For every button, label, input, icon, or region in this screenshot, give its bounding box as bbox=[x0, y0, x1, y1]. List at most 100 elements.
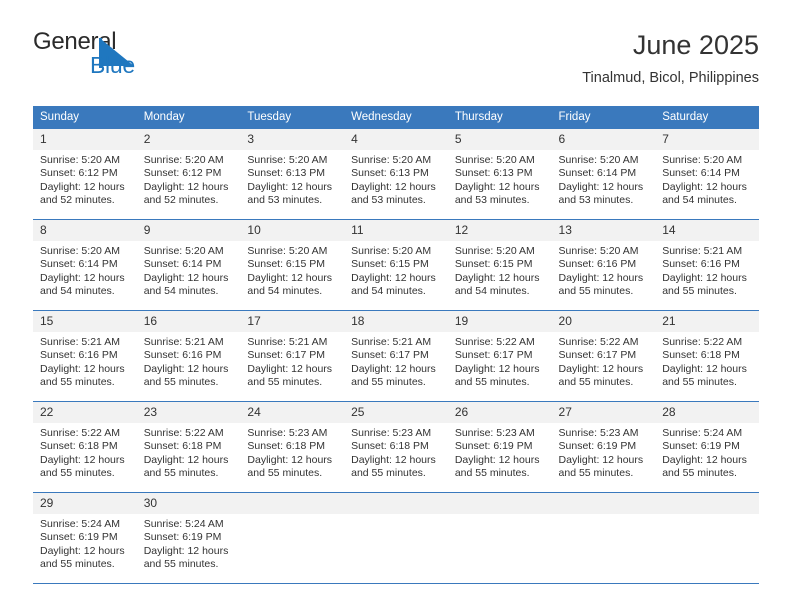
day-number: 22 bbox=[33, 402, 137, 423]
calendar-day-cell[interactable]: 3 Sunrise: 5:20 AM Sunset: 6:13 PM Daylight… bbox=[240, 128, 345, 220]
daylight-text-line1: Daylight: 12 hours bbox=[558, 180, 644, 193]
day-number: 19 bbox=[447, 311, 552, 332]
brand-logo[interactable]: General Blue bbox=[33, 28, 213, 86]
page-header: General Blue June 2025 Tinalmud, Bicol, … bbox=[33, 28, 759, 98]
calendar-day-cell[interactable]: 14 Sunrise: 5:21 AM Sunset: 6:16 PM Dayligh… bbox=[655, 219, 759, 311]
sunset-text: Sunset: 6:18 PM bbox=[351, 440, 429, 453]
sunset-text: Sunset: 6:16 PM bbox=[558, 258, 637, 271]
calendar-day-cell[interactable]: 17 Sunrise: 5:21 AM Sunset: 6:17 PM Dayligh… bbox=[240, 310, 345, 402]
calendar-day-cell-empty bbox=[344, 492, 448, 584]
daylight-text-line1: Daylight: 12 hours bbox=[143, 453, 229, 466]
calendar-day-cell[interactable]: 1 Sunrise: 5:20 AM Sunset: 6:12 PM Daylight… bbox=[33, 128, 137, 220]
sunrise-text: Sunrise: 5:21 AM bbox=[247, 336, 328, 348]
daylight-text-line1: Daylight: 12 hours bbox=[40, 362, 125, 375]
day-number: 13 bbox=[551, 220, 656, 241]
sunset-text: Sunset: 6:15 PM bbox=[351, 258, 429, 271]
sunset-text: Sunset: 6:13 PM bbox=[454, 167, 533, 180]
sunset-text: Sunset: 6:16 PM bbox=[143, 349, 222, 362]
day-number bbox=[240, 493, 345, 514]
sunset-text: Sunset: 6:14 PM bbox=[662, 167, 740, 180]
sunrise-text: Sunrise: 5:20 AM bbox=[143, 245, 224, 257]
day-sun-info: Sunrise: 5:20 AM Sunset: 6:14 PM Daylight:… bbox=[137, 241, 241, 299]
calendar-day-cell[interactable]: 5 Sunrise: 5:20 AM Sunset: 6:13 PM Daylight… bbox=[447, 128, 552, 220]
daylight-text-line1: Daylight: 12 hours bbox=[558, 362, 644, 375]
calendar-day-cell[interactable]: 21 Sunrise: 5:22 AM Sunset: 6:18 PM Dayligh… bbox=[655, 310, 759, 402]
calendar-day-cell[interactable]: 12 Sunrise: 5:20 AM Sunset: 6:15 PM Dayligh… bbox=[447, 219, 552, 311]
calendar-day-cell[interactable]: 15 Sunrise: 5:21 AM Sunset: 6:16 PM Dayligh… bbox=[33, 310, 137, 402]
day-sun-info: Sunrise: 5:20 AM Sunset: 6:15 PM Daylight:… bbox=[240, 241, 344, 299]
weekday-header-wednesday: Wednesday bbox=[344, 106, 448, 129]
day-sun-info: Sunrise: 5:24 AM Sunset: 6:19 PM Daylight:… bbox=[137, 514, 241, 572]
sunrise-text: Sunrise: 5:20 AM bbox=[143, 154, 224, 166]
calendar-day-cell-empty bbox=[447, 492, 552, 584]
day-number: 30 bbox=[136, 493, 241, 514]
daylight-text-line2: and 55 minutes. bbox=[558, 376, 634, 389]
calendar-day-cell[interactable]: 23 Sunrise: 5:22 AM Sunset: 6:18 PM Dayligh… bbox=[136, 401, 241, 493]
calendar-day-cell[interactable]: 22 Sunrise: 5:22 AM Sunset: 6:18 PM Dayligh… bbox=[33, 401, 137, 493]
day-sun-info: Sunrise: 5:20 AM Sunset: 6:14 PM Daylight:… bbox=[655, 150, 759, 208]
sunrise-text: Sunrise: 5:21 AM bbox=[143, 336, 224, 348]
weekday-header-row: Sunday Monday Tuesday Wednesday Thursday… bbox=[33, 106, 759, 129]
calendar-day-cell[interactable]: 29 Sunrise: 5:24 AM Sunset: 6:19 PM Dayligh… bbox=[33, 492, 137, 584]
day-sun-info: Sunrise: 5:20 AM Sunset: 6:15 PM Daylight:… bbox=[344, 241, 448, 299]
calendar-day-cell[interactable]: 7 Sunrise: 5:20 AM Sunset: 6:14 PM Daylight… bbox=[655, 128, 759, 220]
daylight-text-line2: and 55 minutes. bbox=[454, 467, 530, 480]
page-subtitle: Tinalmud, Bicol, Philippines bbox=[582, 70, 759, 86]
calendar-day-cell[interactable]: 26 Sunrise: 5:23 AM Sunset: 6:19 PM Dayligh… bbox=[447, 401, 552, 493]
calendar-week-row: 1 Sunrise: 5:20 AM Sunset: 6:12 PM Daylight… bbox=[33, 128, 759, 220]
title-block: June 2025 Tinalmud, Bicol, Philippines bbox=[582, 28, 759, 88]
daylight-text-line2: and 55 minutes. bbox=[247, 376, 323, 389]
calendar-day-cell[interactable]: 4 Sunrise: 5:20 AM Sunset: 6:13 PM Daylight… bbox=[344, 128, 448, 220]
daylight-text-line1: Daylight: 12 hours bbox=[40, 180, 125, 193]
calendar-day-cell[interactable]: 13 Sunrise: 5:20 AM Sunset: 6:16 PM Dayligh… bbox=[551, 219, 656, 311]
sunset-text: Sunset: 6:16 PM bbox=[662, 258, 740, 271]
day-sun-info: Sunrise: 5:20 AM Sunset: 6:15 PM Daylight:… bbox=[448, 241, 552, 299]
sunrise-text: Sunrise: 5:20 AM bbox=[662, 154, 743, 166]
daylight-text-line1: Daylight: 12 hours bbox=[662, 362, 747, 375]
weekday-header-saturday: Saturday bbox=[655, 106, 759, 129]
calendar-day-cell[interactable]: 2 Sunrise: 5:20 AM Sunset: 6:12 PM Daylight… bbox=[136, 128, 241, 220]
calendar-day-cell[interactable]: 6 Sunrise: 5:20 AM Sunset: 6:14 PM Daylight… bbox=[551, 128, 656, 220]
weekday-header-thursday: Thursday bbox=[447, 106, 552, 129]
calendar-day-cell[interactable]: 11 Sunrise: 5:20 AM Sunset: 6:15 PM Dayligh… bbox=[344, 219, 448, 311]
calendar-day-cell[interactable]: 20 Sunrise: 5:22 AM Sunset: 6:17 PM Dayligh… bbox=[551, 310, 656, 402]
day-number: 28 bbox=[655, 402, 759, 423]
weekday-header-friday: Friday bbox=[551, 106, 656, 129]
sunset-text: Sunset: 6:16 PM bbox=[40, 349, 118, 362]
sunrise-text: Sunrise: 5:21 AM bbox=[40, 336, 120, 348]
calendar-day-cell[interactable]: 9 Sunrise: 5:20 AM Sunset: 6:14 PM Daylight… bbox=[136, 219, 241, 311]
daylight-text-line1: Daylight: 12 hours bbox=[351, 180, 436, 193]
day-number bbox=[551, 493, 656, 514]
sunrise-text: Sunrise: 5:24 AM bbox=[40, 518, 120, 530]
sunrise-sunset-calendar-table: Sunday Monday Tuesday Wednesday Thursday… bbox=[33, 106, 759, 584]
daylight-text-line2: and 53 minutes. bbox=[247, 194, 323, 207]
calendar-body: 1 Sunrise: 5:20 AM Sunset: 6:12 PM Daylight… bbox=[33, 128, 759, 584]
daylight-text-line2: and 55 minutes. bbox=[40, 467, 115, 480]
calendar-day-cell[interactable]: 28 Sunrise: 5:24 AM Sunset: 6:19 PM Dayligh… bbox=[655, 401, 759, 493]
day-sun-info: Sunrise: 5:21 AM Sunset: 6:17 PM Daylight:… bbox=[344, 332, 448, 390]
day-number: 3 bbox=[240, 129, 345, 150]
daylight-text-line2: and 55 minutes. bbox=[143, 467, 219, 480]
calendar-day-cell[interactable]: 30 Sunrise: 5:24 AM Sunset: 6:19 PM Dayligh… bbox=[136, 492, 241, 584]
sunrise-text: Sunrise: 5:23 AM bbox=[558, 427, 639, 439]
daylight-text-line2: and 55 minutes. bbox=[143, 376, 219, 389]
daylight-text-line2: and 55 minutes. bbox=[40, 376, 115, 389]
calendar-day-cell[interactable]: 18 Sunrise: 5:21 AM Sunset: 6:17 PM Dayligh… bbox=[344, 310, 448, 402]
day-sun-info: Sunrise: 5:22 AM Sunset: 6:17 PM Daylight:… bbox=[552, 332, 656, 390]
day-number: 6 bbox=[551, 129, 656, 150]
calendar-day-cell[interactable]: 19 Sunrise: 5:22 AM Sunset: 6:17 PM Dayligh… bbox=[447, 310, 552, 402]
weekday-header-monday: Monday bbox=[136, 106, 241, 129]
daylight-text-line2: and 54 minutes. bbox=[454, 285, 530, 298]
calendar-day-cell[interactable]: 8 Sunrise: 5:20 AM Sunset: 6:14 PM Daylight… bbox=[33, 219, 137, 311]
day-sun-info: Sunrise: 5:21 AM Sunset: 6:17 PM Daylight:… bbox=[240, 332, 344, 390]
daylight-text-line2: and 54 minutes. bbox=[247, 285, 323, 298]
calendar-day-cell[interactable]: 10 Sunrise: 5:20 AM Sunset: 6:15 PM Dayligh… bbox=[240, 219, 345, 311]
daylight-text-line1: Daylight: 12 hours bbox=[351, 362, 436, 375]
calendar-day-cell[interactable]: 27 Sunrise: 5:23 AM Sunset: 6:19 PM Dayligh… bbox=[551, 401, 656, 493]
day-number bbox=[447, 493, 552, 514]
daylight-text-line1: Daylight: 12 hours bbox=[662, 271, 747, 284]
calendar-day-cell[interactable]: 25 Sunrise: 5:23 AM Sunset: 6:18 PM Dayligh… bbox=[344, 401, 448, 493]
calendar-day-cell[interactable]: 16 Sunrise: 5:21 AM Sunset: 6:16 PM Dayligh… bbox=[136, 310, 241, 402]
calendar-day-cell[interactable]: 24 Sunrise: 5:23 AM Sunset: 6:18 PM Dayligh… bbox=[240, 401, 345, 493]
day-number: 24 bbox=[240, 402, 345, 423]
